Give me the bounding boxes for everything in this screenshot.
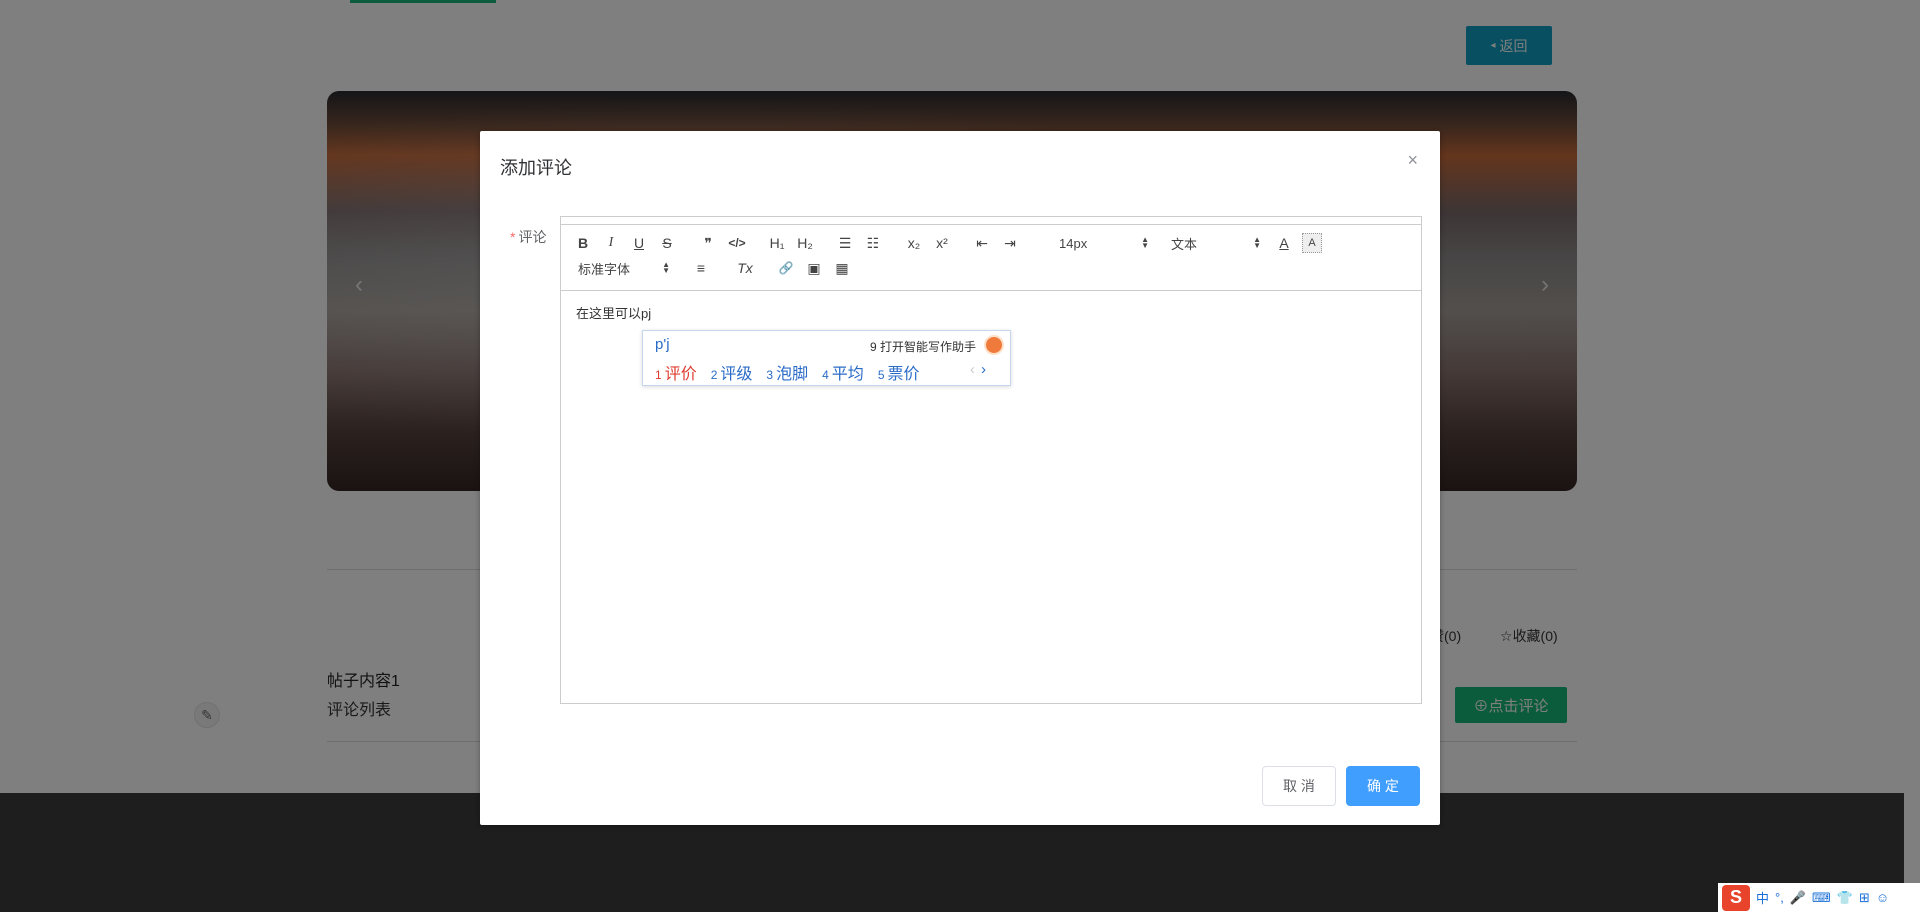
ime-candidate-list: 1 评价 2 评级 3 泡脚 4 平均 5 票价 xyxy=(655,360,920,384)
ime-next-icon[interactable]: › xyxy=(981,361,986,378)
cancel-button[interactable]: 取 消 xyxy=(1262,766,1336,806)
ime-candidate[interactable]: 5 票价 xyxy=(878,360,920,384)
font-size-value: 14px xyxy=(1059,235,1088,251)
ime-composition: p'j xyxy=(655,336,670,353)
confirm-button[interactable]: 确 定 xyxy=(1346,766,1420,806)
skin-icon[interactable]: 👕 xyxy=(1837,890,1853,906)
video-button[interactable]: ▦ xyxy=(832,258,852,278)
select-arrows-icon: ▲ ▼ xyxy=(662,260,670,275)
comment-label-text: 评论 xyxy=(518,229,547,245)
sogou-assistant-icon[interactable] xyxy=(984,335,1004,355)
select-arrows-icon: ▲ ▼ xyxy=(1253,235,1261,250)
font-family-select[interactable]: 标准字体 ▲ ▼ xyxy=(578,258,670,278)
more-icon[interactable]: ☺ xyxy=(1876,890,1889,905)
clear-format-button[interactable]: Tx xyxy=(734,258,756,278)
ime-candidate[interactable]: 4 平均 xyxy=(822,360,864,384)
ime-mode-toggle[interactable]: 中 xyxy=(1756,888,1769,907)
bold-button[interactable]: B xyxy=(573,233,593,253)
link-button[interactable]: 🔗 xyxy=(776,258,796,278)
background-color-button[interactable]: A xyxy=(1302,233,1322,253)
sogou-logo-icon[interactable]: S xyxy=(1722,884,1750,911)
code-block-button[interactable]: </> xyxy=(725,233,749,253)
editor-toolbar: B I U S ❞ </> H₁ H₂ ☰ ☷ x₂ x² ⇤ ⇥ 14px ▲… xyxy=(561,225,1421,291)
heading2-button[interactable]: H₂ xyxy=(794,233,816,253)
comment-field-label: * 评论 xyxy=(510,227,546,247)
bullet-list-button[interactable]: ☷ xyxy=(863,233,883,253)
select-arrows-icon: ▲ ▼ xyxy=(1141,235,1149,250)
indent-button[interactable]: ⇥ xyxy=(1000,233,1020,253)
image-button[interactable]: ▣ xyxy=(804,258,824,278)
add-comment-dialog: 添加评论 × * 评论 B I U S ❞ </> H₁ H₂ ☰ ☷ x₂ x²… xyxy=(480,131,1440,825)
ime-candidate[interactable]: 2 评级 xyxy=(711,360,753,384)
editor-top-strip xyxy=(561,217,1421,225)
ime-page-nav[interactable]: ‹ › xyxy=(970,361,986,378)
dialog-title: 添加评论 xyxy=(500,158,572,178)
ime-writing-assistant[interactable]: 9 打开智能写作助手 xyxy=(870,338,976,355)
font-color-button[interactable]: A xyxy=(1274,233,1294,253)
paragraph-style-value: 文本 xyxy=(1171,236,1198,252)
microphone-icon[interactable]: 🎤 xyxy=(1790,890,1806,906)
ime-prev-icon[interactable]: ‹ xyxy=(970,361,975,378)
strikethrough-button[interactable]: S xyxy=(657,233,677,253)
editor-text: 在这里可以pj xyxy=(576,306,652,321)
underline-button[interactable]: U xyxy=(629,233,649,253)
blockquote-button[interactable]: ❞ xyxy=(698,233,718,253)
ime-candidate[interactable]: 3 泡脚 xyxy=(766,360,808,384)
required-mark: * xyxy=(510,229,516,245)
subscript-button[interactable]: x₂ xyxy=(903,233,925,253)
rich-text-editor: B I U S ❞ </> H₁ H₂ ☰ ☷ x₂ x² ⇤ ⇥ 14px ▲… xyxy=(560,216,1422,704)
paragraph-style-select[interactable]: 文本 ▲ ▼ xyxy=(1171,233,1261,253)
ime-candidate-window: p'j 9 打开智能写作助手 1 评价 2 评级 3 泡脚 4 平均 5 票价 ‹ › xyxy=(642,330,1011,386)
italic-button[interactable]: I xyxy=(601,233,621,253)
align-button[interactable]: ≡ xyxy=(691,258,711,278)
outdent-button[interactable]: ⇤ xyxy=(972,233,992,253)
superscript-button[interactable]: x² xyxy=(931,233,953,253)
heading1-button[interactable]: H₁ xyxy=(766,233,788,253)
font-size-select[interactable]: 14px ▲ ▼ xyxy=(1059,233,1149,253)
ordered-list-button[interactable]: ☰ xyxy=(835,233,855,253)
punctuation-icon[interactable]: °, xyxy=(1775,890,1784,905)
font-family-value: 标准字体 xyxy=(578,261,631,277)
toolbox-icon[interactable]: ⊞ xyxy=(1859,890,1870,906)
ime-candidate[interactable]: 1 评价 xyxy=(655,360,697,384)
keyboard-icon[interactable]: ⌨ xyxy=(1812,890,1831,906)
ime-toolbar: S 中 °, 🎤 ⌨ 👕 ⊞ ☺ xyxy=(1718,883,1920,912)
close-icon[interactable]: × xyxy=(1407,150,1418,171)
